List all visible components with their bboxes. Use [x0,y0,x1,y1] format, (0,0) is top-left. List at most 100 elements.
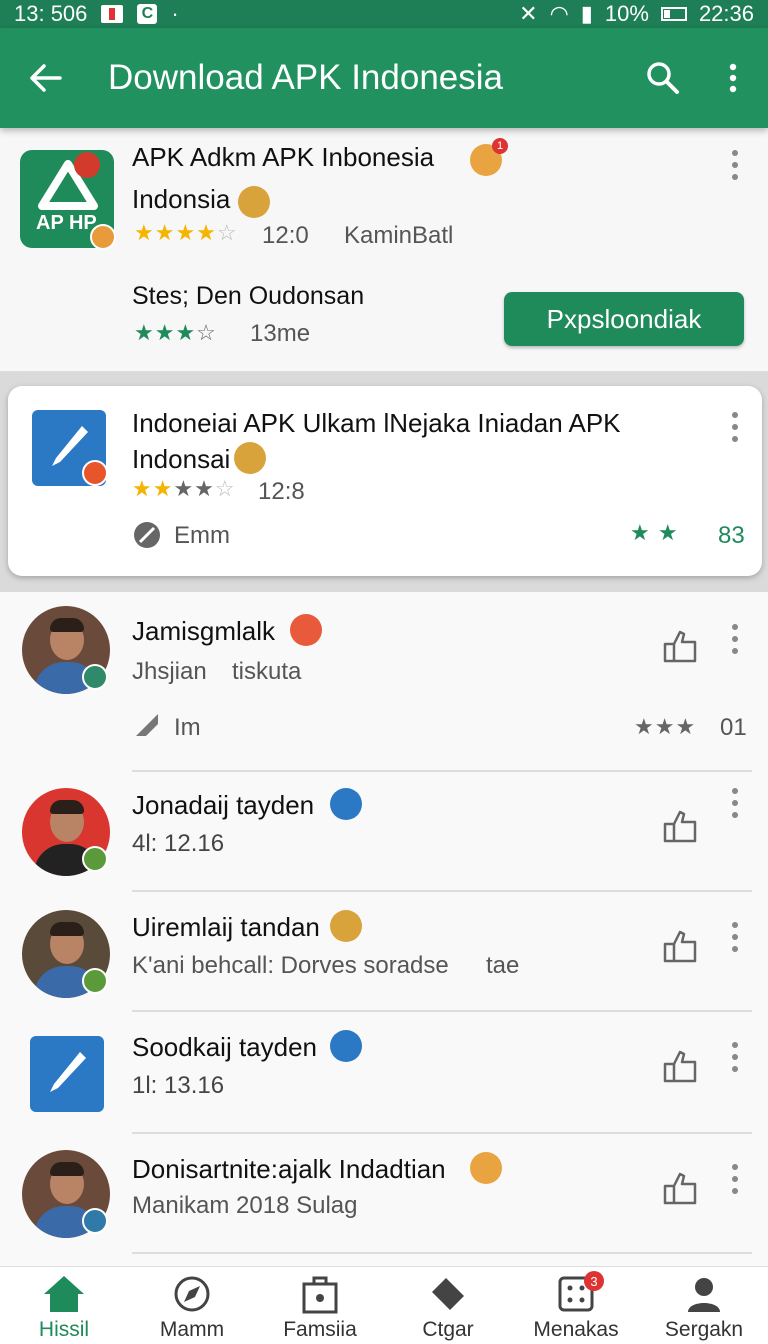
bag-icon [302,1276,338,1314]
more-options-icon[interactable] [728,1164,742,1194]
flag-icon [101,5,124,23]
featured-meta: KaminBatl [344,222,454,249]
highlight-stars: ★★★★☆ [132,476,236,501]
verified-badge-icon [238,186,270,218]
badge-count-icon: 1 [492,138,508,154]
icon-label: AP HP [36,212,97,234]
leaf-icon [136,714,158,736]
more-options-icon[interactable] [728,788,742,818]
highlight-green-stars: ★ ★ [630,520,679,545]
nav-label: Mamm [159,1318,225,1341]
search-button[interactable] [628,28,698,128]
nav-family[interactable]: Famsiia [256,1267,384,1344]
item-title: Donisartnite:ajalk Indadtian [132,1154,446,1184]
more-vert-icon [729,63,737,93]
like-icon[interactable] [662,1170,698,1206]
nav-explore[interactable]: Mamm [128,1267,256,1344]
more-options-icon[interactable] [728,412,742,442]
highlight-title: Indoneiai APK Ulkam lNejaka Iniadan APK [132,408,621,438]
verified-badge-icon [234,442,266,474]
more-options-icon[interactable] [728,1042,742,1072]
item-title: Soodkaij tayden [132,1032,318,1062]
list-item[interactable]: Donisartnite:ajalk Indadtian Manikam 201… [0,1134,768,1252]
nav-label: Menakas [533,1318,619,1341]
highlight-title-line2: Indonsai [132,444,231,474]
pencil-icon [50,1052,86,1092]
item-subtitle-extra: tae [486,952,520,979]
highlight-meta: Emm [174,522,230,549]
status-bar: 13: 506 C · ✕ ◠ ▮ 10% 22:36 [0,0,768,28]
like-icon[interactable] [662,1048,698,1084]
list-item[interactable]: Jamisgmlalk Jhsjian tiskuta Im ★★★ 01 [0,592,768,770]
pencil-app-icon[interactable] [32,410,108,486]
app-c-icon: C [137,4,158,24]
badge-icon [82,460,108,486]
nav-label: Sergakn [664,1318,744,1341]
item-subtitle: K'ani behcall: Dorves soradse [132,952,449,979]
nav-home[interactable]: Hissil [0,1267,128,1344]
item-subtitle: 1l: 13.16 [132,1072,225,1099]
badge-icon [90,224,116,250]
item-subtitle: Jhsjian [132,658,207,685]
item-meta: Im [174,714,201,741]
nav-menu[interactable]: 3 Menakas [512,1267,640,1344]
back-button[interactable] [0,28,90,128]
search-icon [647,62,679,94]
developer-stars: ★★★☆ [134,320,217,345]
item-title: Jonadaij tayden [132,790,315,820]
wifi-icon: ◠ [549,1,569,26]
battery-percent: 10% [604,1,649,26]
compass-icon [174,1276,210,1312]
badge-icon [82,1208,108,1234]
list-item[interactable]: Uiremlaij tandan K'ani behcall: Dorves s… [0,892,768,1010]
flag-badge-icon [290,614,322,646]
nav-profile[interactable]: Sergakn [640,1267,768,1344]
nav-label: Ctgar [422,1318,474,1341]
overflow-menu-button[interactable] [698,28,768,128]
status-time: 13: 506 [14,1,88,26]
more-options-icon[interactable] [728,624,742,654]
app-bar: Download APK Indonesia [0,28,768,128]
featured-stars: ★★★★☆ [134,220,238,245]
page-title: Download APK Indonesia [108,58,503,97]
featured-rating: 12:0 [262,222,309,249]
item-count: 01 [720,714,747,741]
download-button[interactable]: Pxpsloondiak [504,292,744,346]
list-item[interactable]: Jonadaij tayden 4l: 12.16 [0,772,768,890]
clock: 22:36 [698,1,754,26]
highlight-score: 83 [718,522,745,549]
notification-dot-icon [74,152,100,178]
verified-badge-icon [330,910,362,942]
battery-icon [660,7,687,21]
nav-tags[interactable]: Ctgar [384,1267,512,1344]
mute-icon: ✕ [519,1,538,26]
person-icon [688,1278,720,1312]
divider [132,1252,752,1254]
highlight-app-card[interactable]: Indoneiai APK Ulkam lNejaka Iniadan APK … [8,386,762,576]
apk-app-icon[interactable]: AP HP [20,150,116,250]
badge-icon [82,846,108,872]
item-title: Jamisgmlalk [132,616,276,646]
highlight-rating: 12:8 [258,478,305,505]
list-item[interactable]: Soodkaij tayden 1l: 13.16 [0,1012,768,1132]
developer-rating: 13me [250,320,311,347]
notification-badge: 3 [584,1271,604,1291]
leaf-icon [134,522,160,548]
verified-badge-icon [330,1030,362,1062]
more-options-icon[interactable] [728,150,742,180]
featured-title: APK Adkm APK Inbonesia [132,142,435,172]
home-icon [44,1276,84,1312]
featured-developer: Stes; Den Oudonsan [132,282,365,310]
like-icon[interactable] [662,628,698,664]
item-subtitle: Manikam 2018 Sulag [132,1192,358,1219]
award-badge-icon [470,1152,502,1184]
item-subtitle-extra: tiskuta [232,658,302,685]
badge-icon [82,664,108,690]
badge-icon [82,968,108,994]
app-list: Jamisgmlalk Jhsjian tiskuta Im ★★★ 01 Jo… [0,592,768,1266]
like-icon[interactable] [662,928,698,964]
like-icon[interactable] [662,808,698,844]
tag-icon [432,1278,464,1310]
nav-label: Hissil [38,1318,90,1341]
more-options-icon[interactable] [728,922,742,952]
